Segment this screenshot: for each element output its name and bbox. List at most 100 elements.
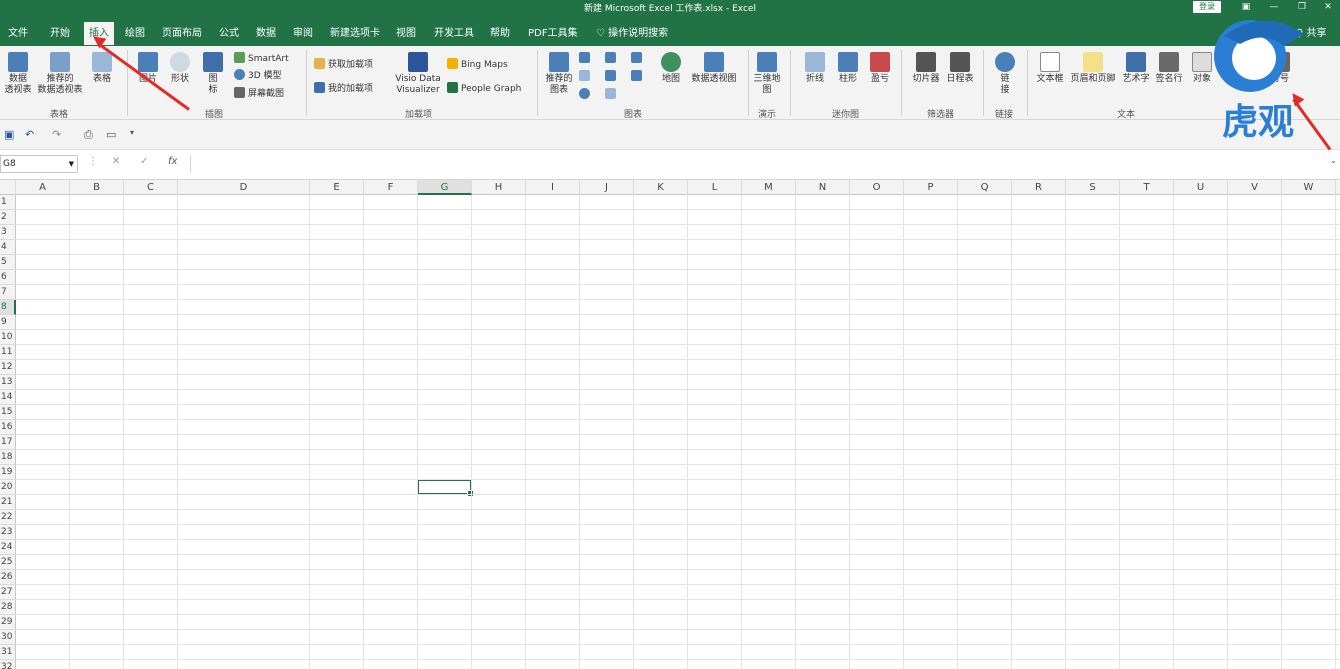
column-header-t[interactable]: T bbox=[1120, 180, 1174, 195]
column-header-o[interactable]: O bbox=[850, 180, 904, 195]
pie-chart-button[interactable] bbox=[579, 88, 593, 101]
row-header-25[interactable]: 25 bbox=[0, 555, 16, 570]
ribbon-display-icon[interactable]: ▣ bbox=[1234, 0, 1258, 14]
row-header-26[interactable]: 26 bbox=[0, 570, 16, 585]
row-header-22[interactable]: 22 bbox=[0, 510, 16, 525]
hierarchy-chart-button[interactable] bbox=[605, 52, 619, 65]
row-header-6[interactable]: 6 bbox=[0, 270, 16, 285]
column-chart-button[interactable] bbox=[579, 52, 593, 65]
combo-chart-button[interactable] bbox=[631, 70, 645, 83]
row-header-12[interactable]: 12 bbox=[0, 360, 16, 375]
print-preview-icon[interactable]: ⎙ bbox=[84, 128, 93, 142]
worksheet-grid[interactable]: ABCDEFGHIJKLMNOPQRSTUVW 1 2 3 4 5 6 7 8 9 10 11 12 1… bbox=[0, 180, 1340, 669]
column-header-r[interactable]: R bbox=[1012, 180, 1066, 195]
visio-button[interactable]: Visio Data Visualizer bbox=[394, 52, 442, 96]
save-icon[interactable]: ▣ bbox=[4, 128, 14, 141]
row-header-16[interactable]: 16 bbox=[0, 420, 16, 435]
tab-pdf-tools[interactable]: PDF工具集 bbox=[528, 24, 577, 39]
select-all-corner[interactable] bbox=[0, 180, 16, 195]
row-header-21[interactable]: 21 bbox=[0, 495, 16, 510]
sparkline-column-button[interactable]: 柱形 bbox=[837, 52, 859, 85]
tab-developer[interactable]: 开发工具 bbox=[434, 24, 474, 39]
area-chart-button[interactable] bbox=[605, 88, 619, 101]
tab-home[interactable]: 开始 bbox=[50, 24, 70, 39]
line-chart-button[interactable] bbox=[631, 52, 645, 65]
column-header-v[interactable]: V bbox=[1228, 180, 1282, 195]
row-header-1[interactable]: 1 bbox=[0, 195, 16, 210]
column-header-b[interactable]: B bbox=[70, 180, 124, 195]
scatter-chart-button[interactable] bbox=[579, 70, 593, 83]
row-header-27[interactable]: 27 bbox=[0, 585, 16, 600]
row-header-18[interactable]: 18 bbox=[0, 450, 16, 465]
row-header-10[interactable]: 10 bbox=[0, 330, 16, 345]
row-header-8[interactable]: 8 bbox=[0, 300, 16, 315]
redo-icon[interactable]: ↷ bbox=[52, 128, 61, 141]
wordart-button[interactable]: 艺术字 bbox=[1120, 52, 1152, 85]
column-header-w[interactable]: W bbox=[1282, 180, 1336, 195]
column-header-a[interactable]: A bbox=[16, 180, 70, 195]
smartart-button[interactable]: SmartArt bbox=[234, 52, 289, 65]
recommended-pivot-button[interactable]: 推荐的 数据透视表 bbox=[36, 52, 84, 96]
row-header-14[interactable]: 14 bbox=[0, 390, 16, 405]
table-button[interactable]: 表格 bbox=[90, 52, 114, 85]
row-header-28[interactable]: 28 bbox=[0, 600, 16, 615]
column-header-h[interactable]: H bbox=[472, 180, 526, 195]
column-header-q[interactable]: Q bbox=[958, 180, 1012, 195]
column-header-s[interactable]: S bbox=[1066, 180, 1120, 195]
column-header-l[interactable]: L bbox=[688, 180, 742, 195]
expand-formula-icon[interactable]: ⌄ bbox=[1330, 156, 1337, 165]
column-header-e[interactable]: E bbox=[310, 180, 364, 195]
tab-review[interactable]: 审阅 bbox=[293, 24, 313, 39]
tab-new-tab[interactable]: 新建选项卡 bbox=[330, 24, 380, 39]
login-button[interactable]: 登录 bbox=[1193, 1, 1221, 13]
tab-page-layout[interactable]: 页面布局 bbox=[162, 24, 202, 39]
shapes-button[interactable]: 形状 bbox=[168, 52, 192, 85]
column-header-k[interactable]: K bbox=[634, 180, 688, 195]
row-header-11[interactable]: 11 bbox=[0, 345, 16, 360]
sparkline-line-button[interactable]: 折线 bbox=[804, 52, 826, 85]
tab-data[interactable]: 数据 bbox=[256, 24, 276, 39]
tab-file[interactable]: 文件 bbox=[8, 24, 28, 39]
timeline-button[interactable]: 日程表 bbox=[944, 52, 976, 85]
signature-line-button[interactable]: 签名行 bbox=[1153, 52, 1185, 85]
3d-map-button[interactable]: 三维地 图 bbox=[752, 52, 782, 96]
waterfall-chart-button[interactable] bbox=[605, 70, 619, 83]
row-header-15[interactable]: 15 bbox=[0, 405, 16, 420]
cancel-icon[interactable]: ✕ bbox=[112, 156, 120, 167]
column-header-d[interactable]: D bbox=[178, 180, 310, 195]
row-header-17[interactable]: 17 bbox=[0, 435, 16, 450]
tell-me-search[interactable]: ♡ 操作说明搜索 bbox=[596, 24, 668, 39]
column-header-m[interactable]: M bbox=[742, 180, 796, 195]
tab-draw[interactable]: 绘图 bbox=[125, 24, 145, 39]
row-header-32[interactable]: 32 bbox=[0, 660, 16, 669]
slicer-button[interactable]: 切片器 bbox=[910, 52, 942, 85]
email-icon[interactable]: ▭ bbox=[106, 128, 116, 141]
bing-maps-button[interactable]: Bing Maps bbox=[447, 58, 508, 71]
column-header-c[interactable]: C bbox=[124, 180, 178, 195]
tab-formulas[interactable]: 公式 bbox=[219, 24, 239, 39]
sparkline-winloss-button[interactable]: 盈亏 bbox=[869, 52, 891, 85]
column-header-u[interactable]: U bbox=[1174, 180, 1228, 195]
pivotchart-button[interactable]: 数据透视图 bbox=[690, 52, 738, 85]
row-header-23[interactable]: 23 bbox=[0, 525, 16, 540]
name-box[interactable]: G8 ▼ bbox=[0, 155, 78, 173]
row-header-7[interactable]: 7 bbox=[0, 285, 16, 300]
icons-button[interactable]: 图 标 bbox=[202, 52, 224, 96]
selected-cell[interactable] bbox=[417, 479, 474, 497]
column-header-p[interactable]: P bbox=[904, 180, 958, 195]
recommended-charts-button[interactable]: 推荐的 图表 bbox=[544, 52, 574, 96]
column-header-i[interactable]: I bbox=[526, 180, 580, 195]
row-header-9[interactable]: 9 bbox=[0, 315, 16, 330]
column-header-f[interactable]: F bbox=[364, 180, 418, 195]
formula-input[interactable] bbox=[190, 155, 1330, 173]
row-header-31[interactable]: 31 bbox=[0, 645, 16, 660]
get-addins-button[interactable]: 获取加载项 bbox=[314, 58, 373, 71]
minimize-icon[interactable]: — bbox=[1262, 0, 1286, 14]
row-header-29[interactable]: 29 bbox=[0, 615, 16, 630]
tab-view[interactable]: 视图 bbox=[396, 24, 416, 39]
restore-icon[interactable]: ❐ bbox=[1290, 0, 1314, 14]
row-header-5[interactable]: 5 bbox=[0, 255, 16, 270]
row-header-30[interactable]: 30 bbox=[0, 630, 16, 645]
column-header-g[interactable]: G bbox=[418, 180, 472, 195]
link-button[interactable]: 链 接 bbox=[994, 52, 1016, 96]
